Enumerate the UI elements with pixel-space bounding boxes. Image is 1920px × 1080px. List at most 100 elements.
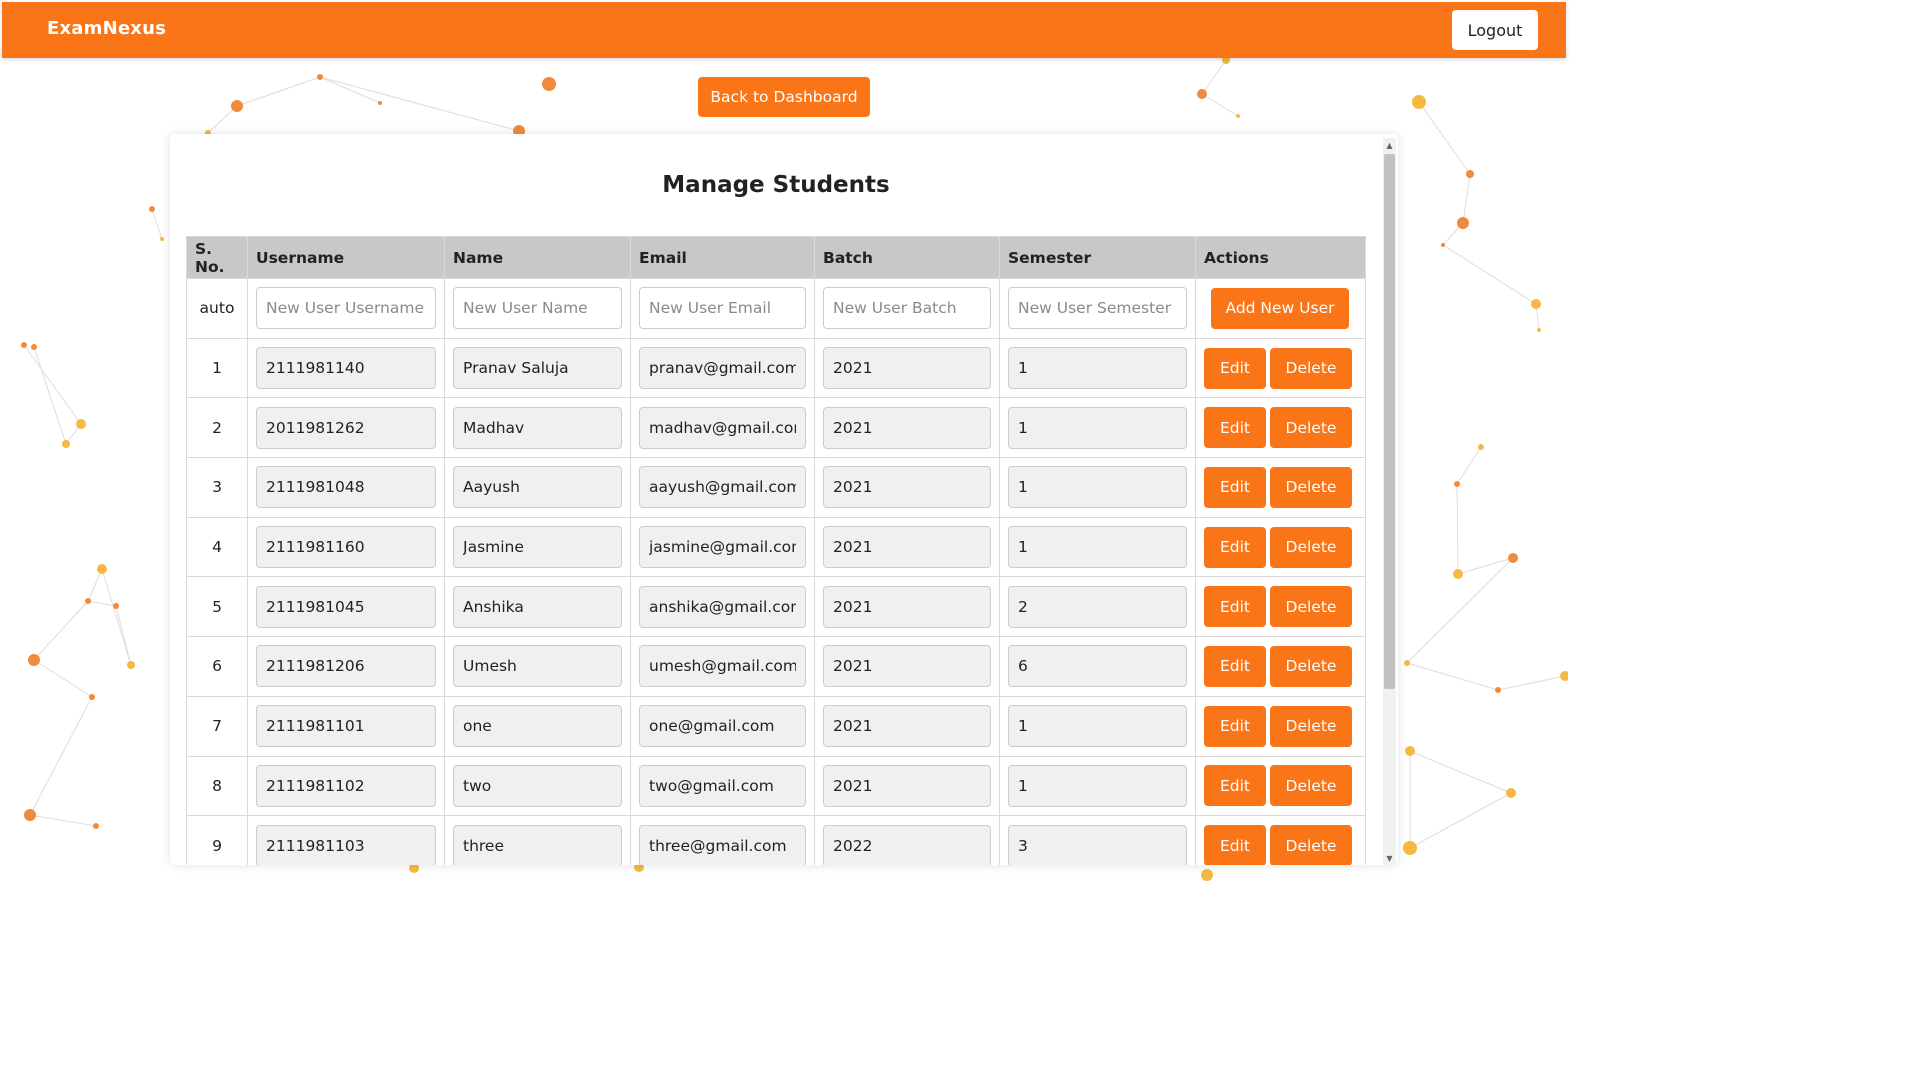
row-email-input[interactable]: [639, 705, 806, 748]
row-semester-input[interactable]: [1008, 466, 1187, 509]
row-actions: Edit Delete: [1195, 516, 1366, 578]
row-batch-input[interactable]: [823, 585, 991, 628]
scroll-down-arrow-icon[interactable]: ▼: [1383, 851, 1396, 865]
row-name-input[interactable]: [453, 824, 622, 865]
row-semester-input[interactable]: [1008, 645, 1187, 688]
row-semester-input[interactable]: [1008, 406, 1187, 449]
network-dot: [1466, 170, 1474, 178]
row-semester-cell: [999, 695, 1196, 757]
row-batch-input[interactable]: [823, 764, 991, 807]
new-email-input[interactable]: [639, 287, 806, 330]
network-dot: [317, 74, 323, 80]
delete-button[interactable]: Delete: [1270, 586, 1352, 628]
row-username-input[interactable]: [256, 645, 436, 688]
row-email-input[interactable]: [639, 526, 806, 569]
delete-button[interactable]: Delete: [1270, 407, 1352, 449]
network-line: [319, 76, 381, 104]
row-name-input[interactable]: [453, 645, 622, 688]
delete-button[interactable]: Delete: [1270, 705, 1352, 747]
table-row: 1 EditDelete: [186, 337, 1366, 399]
edit-button[interactable]: Edit: [1204, 526, 1266, 568]
row-email-input[interactable]: [639, 466, 806, 509]
row-name-input[interactable]: [453, 526, 622, 569]
card-scrollbar[interactable]: ▲ ▼: [1383, 138, 1396, 865]
row-batch-input[interactable]: [823, 824, 991, 865]
edit-button[interactable]: Edit: [1204, 645, 1266, 687]
network-dot: [1478, 444, 1484, 450]
row-email-input[interactable]: [639, 824, 806, 865]
network-line: [23, 344, 82, 425]
row-name-input[interactable]: [453, 585, 622, 628]
new-username-input[interactable]: [256, 287, 436, 330]
row-email-input[interactable]: [639, 645, 806, 688]
row-batch-cell: [814, 337, 1000, 399]
add-new-user-button[interactable]: Add New User: [1211, 287, 1349, 329]
row-username-input[interactable]: [256, 824, 436, 865]
app-brand[interactable]: ExamNexus: [47, 18, 166, 39]
row-actions: Edit Delete: [1195, 815, 1366, 865]
row-email-input[interactable]: [639, 585, 806, 628]
scroll-thumb[interactable]: [1384, 154, 1395, 689]
scroll-up-arrow-icon[interactable]: ▲: [1383, 138, 1396, 152]
new-row-sno: auto: [186, 278, 248, 339]
row-semester-input[interactable]: [1008, 824, 1187, 865]
row-actions: Edit Delete: [1195, 397, 1366, 459]
edit-button[interactable]: Edit: [1204, 825, 1266, 865]
row-semester-cell: [999, 397, 1196, 459]
row-semester-input[interactable]: [1008, 526, 1187, 569]
row-semester-cell: [999, 755, 1196, 817]
row-semester-input[interactable]: [1008, 705, 1187, 748]
edit-button[interactable]: Edit: [1204, 586, 1266, 628]
delete-button[interactable]: Delete: [1270, 466, 1352, 508]
delete-button[interactable]: Delete: [1270, 825, 1352, 865]
delete-button[interactable]: Delete: [1270, 765, 1352, 807]
row-username-cell: [247, 337, 445, 399]
edit-button[interactable]: Edit: [1204, 705, 1266, 747]
row-username-input[interactable]: [256, 705, 436, 748]
network-dot: [378, 101, 382, 105]
row-name-input[interactable]: [453, 466, 622, 509]
row-batch-input[interactable]: [823, 347, 991, 390]
row-email-input[interactable]: [639, 764, 806, 807]
edit-button[interactable]: Edit: [1204, 407, 1266, 449]
row-batch-input[interactable]: [823, 526, 991, 569]
delete-button[interactable]: Delete: [1270, 526, 1352, 568]
row-name-input[interactable]: [453, 705, 622, 748]
network-dot: [93, 823, 99, 829]
row-batch-input[interactable]: [823, 466, 991, 509]
back-to-dashboard-button[interactable]: Back to Dashboard: [698, 77, 870, 117]
row-username-input[interactable]: [256, 347, 436, 390]
network-dot: [1495, 687, 1501, 693]
delete-button[interactable]: Delete: [1270, 347, 1352, 389]
row-semester-input[interactable]: [1008, 585, 1187, 628]
network-dot: [1236, 114, 1240, 118]
row-email-input[interactable]: [639, 347, 806, 390]
row-name-input[interactable]: [453, 347, 622, 390]
row-username-input[interactable]: [256, 764, 436, 807]
new-semester-input[interactable]: [1008, 287, 1187, 330]
row-name-input[interactable]: [453, 406, 622, 449]
row-username-input[interactable]: [256, 406, 436, 449]
new-name-input[interactable]: [453, 287, 622, 330]
row-semester-input[interactable]: [1008, 347, 1187, 390]
row-name-input[interactable]: [453, 764, 622, 807]
network-line: [29, 696, 93, 816]
edit-button[interactable]: Edit: [1204, 466, 1266, 508]
logout-button[interactable]: Logout: [1452, 10, 1538, 50]
row-username-input[interactable]: [256, 585, 436, 628]
edit-button[interactable]: Edit: [1204, 347, 1266, 389]
row-email-input[interactable]: [639, 406, 806, 449]
row-email-cell: [630, 337, 815, 399]
row-batch-input[interactable]: [823, 705, 991, 748]
network-line: [87, 568, 103, 602]
row-semester-input[interactable]: [1008, 764, 1187, 807]
row-name-cell: [444, 397, 631, 459]
edit-button[interactable]: Edit: [1204, 765, 1266, 807]
new-batch-input[interactable]: [823, 287, 991, 330]
delete-button[interactable]: Delete: [1270, 645, 1352, 687]
row-batch-input[interactable]: [823, 406, 991, 449]
row-username-input[interactable]: [256, 466, 436, 509]
row-batch-input[interactable]: [823, 645, 991, 688]
row-email-cell: [630, 457, 815, 518]
row-username-input[interactable]: [256, 526, 436, 569]
